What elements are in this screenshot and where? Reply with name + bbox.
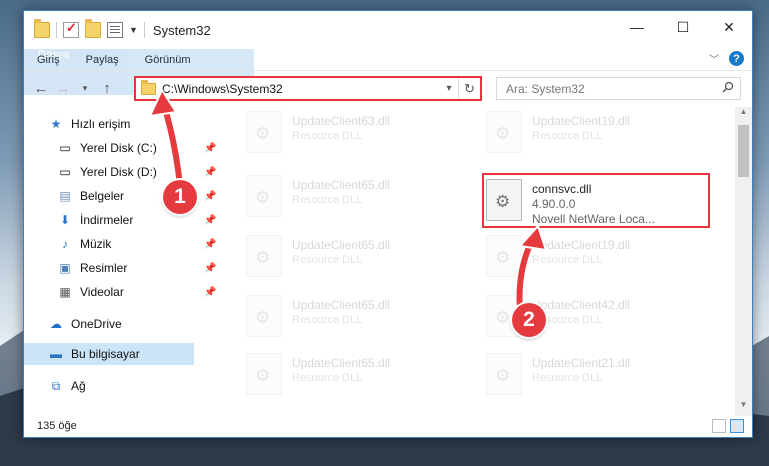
step-marker-2: 2 xyxy=(512,303,546,337)
annotation-arrows xyxy=(148,87,548,315)
step-marker-1: 1 xyxy=(163,180,197,214)
